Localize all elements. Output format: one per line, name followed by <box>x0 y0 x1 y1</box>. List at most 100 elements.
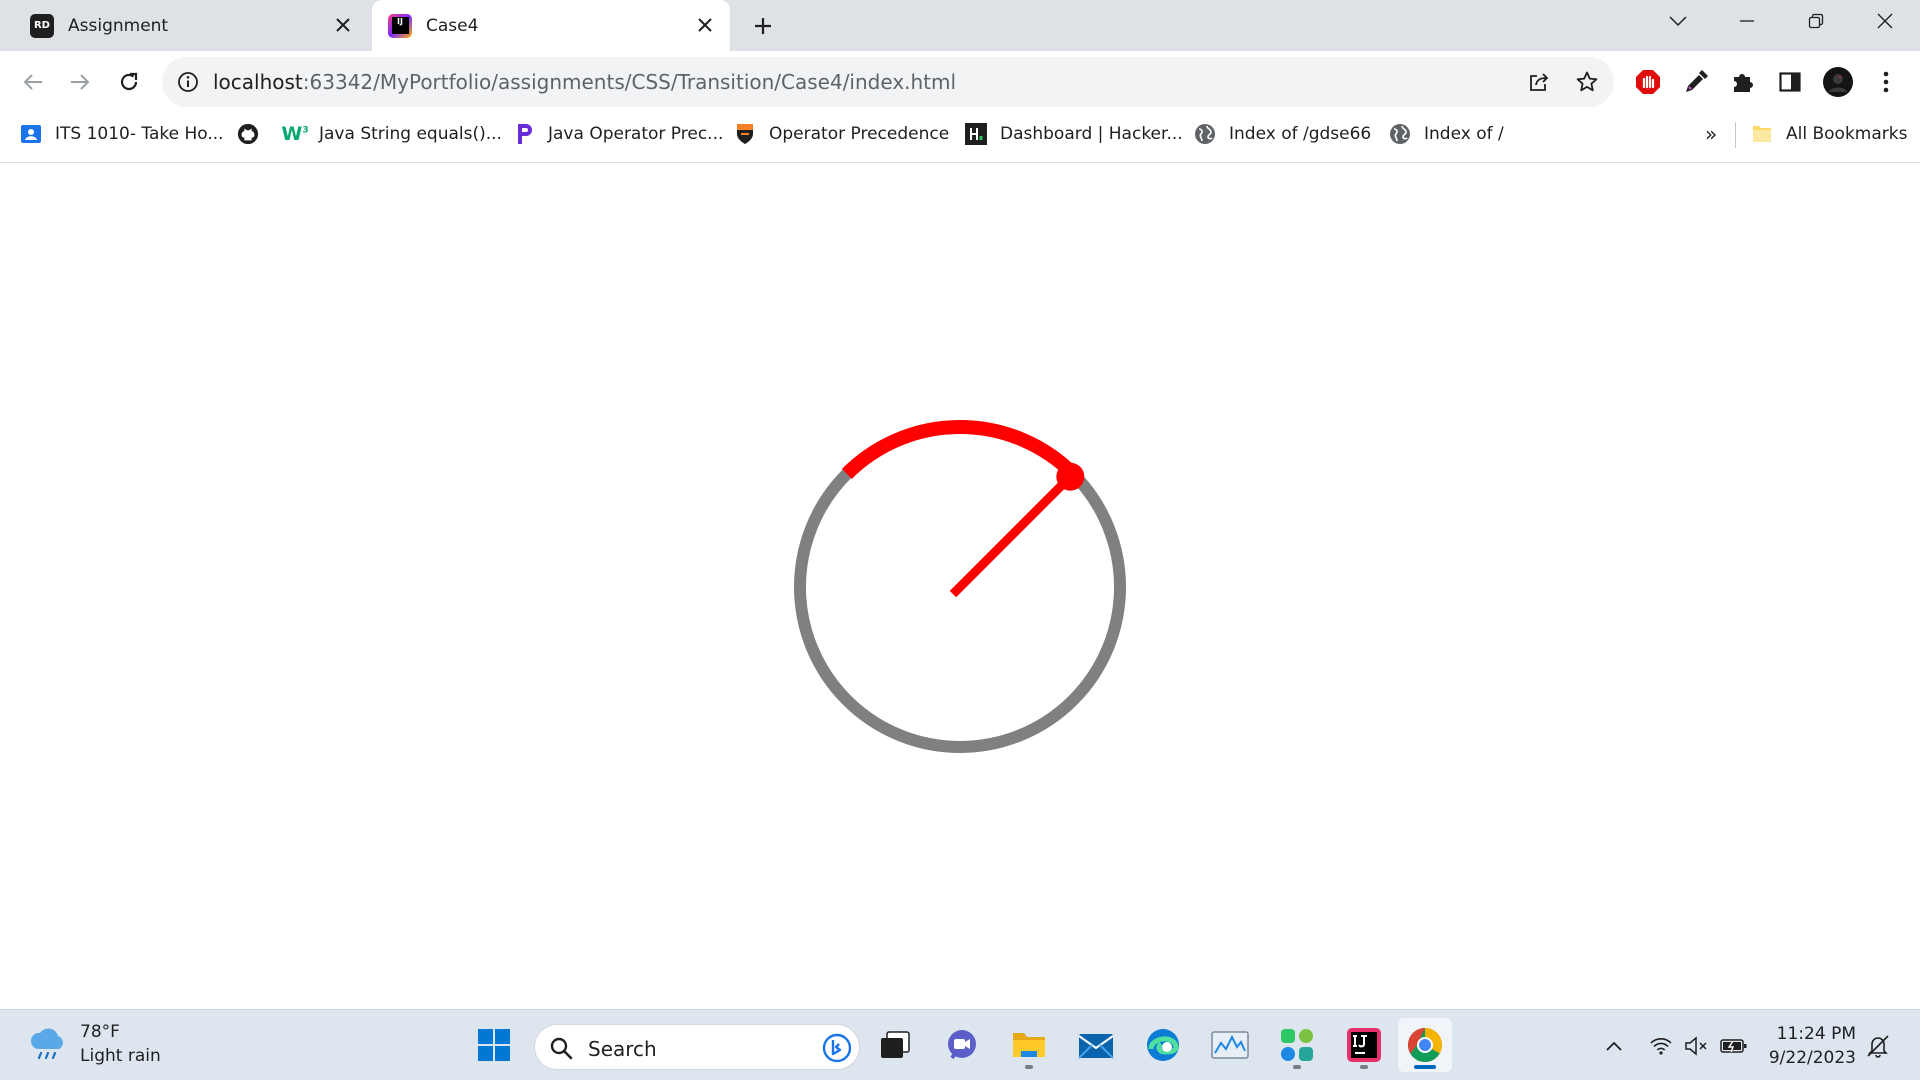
task-view-button[interactable] <box>868 1018 922 1072</box>
bookmark-operator-precedence[interactable]: Operator Precedence <box>734 114 949 154</box>
share-icon[interactable] <box>1527 70 1551 94</box>
back-button[interactable] <box>16 65 50 99</box>
close-window-button[interactable] <box>1855 0 1915 42</box>
bookmark-its-1010[interactable]: ITS 1010- Take Ho... <box>20 114 224 154</box>
side-panel-icon[interactable] <box>1774 66 1806 98</box>
bookmark-index-gdse66[interactable]: Index of /gdse66 <box>1194 114 1371 154</box>
resource-monitor-button[interactable] <box>1203 1018 1257 1072</box>
task-view-icon <box>881 1031 910 1058</box>
mail-button[interactable] <box>1069 1018 1123 1072</box>
performance-monitor-icon <box>1211 1031 1249 1059</box>
start-button[interactable] <box>467 1018 521 1072</box>
gauge-active-arc <box>841 420 1079 479</box>
site-info-icon[interactable] <box>176 70 200 94</box>
restore-button[interactable] <box>1786 0 1846 42</box>
gauge-needle <box>949 473 1074 598</box>
tab-title: Assignment <box>68 15 169 36</box>
bookmark-java-operator-prec[interactable]: Java Operator Prec... <box>513 114 723 154</box>
gauge-needle-knob[interactable] <box>1056 462 1085 491</box>
tiles-app-icon <box>1281 1029 1313 1061</box>
running-indicator <box>1025 1065 1033 1069</box>
file-explorer-button[interactable] <box>1002 1018 1056 1072</box>
contact-card-icon <box>20 123 42 145</box>
tab-close-icon[interactable] <box>694 14 716 36</box>
forward-button[interactable] <box>63 65 97 99</box>
clock-time: 11:24 PM <box>1776 1024 1856 1044</box>
bookmark-index-root[interactable]: Index of / <box>1389 114 1504 154</box>
bookmarks-bar: ITS 1010- Take Ho... W3 Java String equa… <box>0 114 1920 163</box>
w3schools-icon: W3 <box>281 123 309 145</box>
chrome-browser-button[interactable] <box>1398 1018 1452 1072</box>
bookmark-hackerrank-dashboard[interactable]: Dashboard | Hacker... <box>965 114 1183 154</box>
windows-logo-icon <box>478 1029 510 1061</box>
reload-icon <box>120 72 138 91</box>
minimize-button[interactable] <box>1717 0 1777 42</box>
system-clock[interactable]: 11:24 PM 9/22/2023 <box>1756 1022 1856 1070</box>
bookmark-star-icon[interactable] <box>1575 70 1599 94</box>
volume-muted-icon[interactable] <box>1683 1032 1711 1060</box>
github-icon <box>237 123 259 145</box>
page-content <box>0 163 1920 1009</box>
rain-cloud-icon <box>30 1028 63 1060</box>
arrow-left-icon <box>23 74 42 90</box>
bookmark-java-string-equals[interactable]: W3 Java String equals()... <box>281 114 502 154</box>
taskbar-search-box[interactable]: Search <box>534 1024 860 1070</box>
edge-browser-button[interactable] <box>1136 1018 1190 1072</box>
profile-avatar[interactable] <box>1822 66 1854 98</box>
battery-charging-icon[interactable] <box>1720 1032 1748 1060</box>
tab-strip: RD Assignment IJ Case4 <box>0 0 1920 51</box>
programiz-icon <box>513 123 535 145</box>
mail-icon <box>1078 1034 1114 1059</box>
notifications-bell-icon[interactable] <box>1864 1032 1892 1060</box>
intellij-favicon-icon: IJ <box>388 13 412 38</box>
restore-icon <box>1808 13 1824 29</box>
weather-widget[interactable]: 78°F Light rain <box>28 1020 161 1068</box>
search-icon <box>550 1037 573 1060</box>
new-tab-button[interactable] <box>748 11 778 41</box>
tab-assignment[interactable]: RD Assignment <box>12 0 368 51</box>
weather-condition: Light rain <box>80 1046 161 1066</box>
folder-icon <box>1751 123 1773 145</box>
tab-close-icon[interactable] <box>332 14 354 36</box>
teams-chat-button[interactable] <box>935 1018 989 1072</box>
all-bookmarks-button[interactable]: All Bookmarks <box>1751 114 1907 154</box>
teams-chat-icon <box>948 1030 976 1060</box>
intellij-icon <box>1347 1028 1381 1062</box>
browser-toolbar: localhost:63342/MyPortfolio/assignments/… <box>0 51 1920 114</box>
bing-chat-icon[interactable] <box>821 1032 853 1064</box>
colorful-app-button[interactable] <box>1270 1018 1324 1072</box>
running-indicator <box>1293 1065 1301 1069</box>
plus-icon <box>755 18 771 34</box>
hackerrank-icon <box>965 123 987 145</box>
globe-icon <box>1194 123 1216 145</box>
arrow-right-icon <box>71 74 90 90</box>
reload-button[interactable] <box>112 65 146 99</box>
menu-kebab-icon[interactable] <box>1870 66 1902 98</box>
weather-temperature: 78°F <box>80 1022 120 1042</box>
tray-overflow-chevron-icon[interactable] <box>1600 1032 1628 1060</box>
bookmarks-overflow-button[interactable]: » <box>1705 114 1717 154</box>
minimize-icon <box>1740 20 1754 22</box>
tab-case4[interactable]: IJ Case4 <box>372 0 730 51</box>
rd-favicon-icon: RD <box>30 13 54 38</box>
clock-date: 9/22/2023 <box>1768 1048 1856 1068</box>
intellij-idea-button[interactable] <box>1337 1018 1391 1072</box>
tab-search-button[interactable] <box>1648 0 1708 42</box>
chevron-down-icon <box>1669 16 1687 27</box>
running-indicator <box>1360 1065 1368 1069</box>
bookmark-github[interactable] <box>237 114 272 154</box>
chrome-icon <box>1408 1028 1442 1062</box>
url-text[interactable]: localhost:63342/MyPortfolio/assignments/… <box>213 70 956 94</box>
wifi-icon[interactable] <box>1647 1032 1675 1060</box>
princeton-shield-icon <box>734 123 756 145</box>
extensions-puzzle-icon[interactable] <box>1727 66 1759 98</box>
color-picker-extension-icon[interactable] <box>1680 66 1712 98</box>
close-icon <box>1877 13 1893 29</box>
tab-title: Case4 <box>426 15 479 36</box>
gauge-widget <box>794 420 1126 753</box>
globe-icon <box>1389 123 1411 145</box>
active-indicator <box>1414 1065 1436 1069</box>
adblock-extension-icon[interactable] <box>1632 66 1664 98</box>
edge-icon <box>1147 1029 1179 1061</box>
address-bar[interactable]: localhost:63342/MyPortfolio/assignments/… <box>162 57 1614 107</box>
